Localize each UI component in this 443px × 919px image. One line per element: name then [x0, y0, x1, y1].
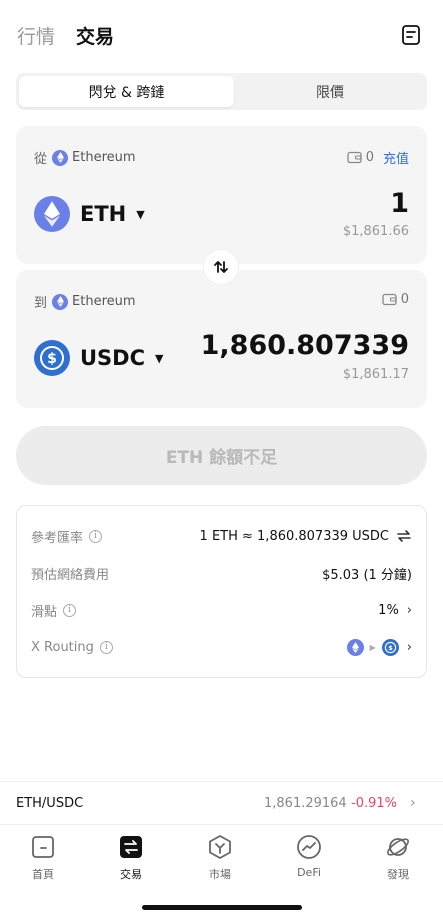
from-card: 從 Ethereum 0 充值 ETH ▼ 1 $1,861.66	[16, 126, 427, 264]
market-icon	[209, 835, 231, 859]
from-balance-value: 0	[365, 150, 374, 165]
usdc-token-icon: $	[34, 340, 70, 376]
pair-name: ETH/USDC	[16, 796, 84, 811]
home-icon	[32, 836, 54, 858]
caret-down-icon: ▼	[155, 351, 164, 365]
slippage-label: 滑點	[31, 604, 58, 620]
nav-defi[interactable]: DeFi	[279, 834, 339, 879]
routing-row[interactable]: X Routing i ▶ $ ›	[31, 636, 412, 658]
pair-price: 1,861.29164	[264, 796, 347, 811]
caret-down-icon: ▼	[136, 207, 145, 221]
nav-discover[interactable]: 發現	[368, 834, 428, 882]
defi-icon	[297, 835, 321, 859]
discover-icon	[387, 838, 409, 856]
nav-market[interactable]: 市場	[190, 834, 250, 882]
eth-token-icon	[34, 196, 70, 232]
info-icon[interactable]: i	[89, 529, 103, 543]
usdc-route-icon: $	[381, 638, 399, 656]
fee-value: $5.03 (1 分鐘)	[322, 567, 412, 583]
deposit-link[interactable]: 充值	[383, 148, 409, 167]
to-card: 到 Ethereum 0 $ USDC ▼ 1,860.807339 $1,86…	[16, 270, 427, 408]
nav-label: 首頁	[32, 868, 54, 881]
ethereum-network-icon	[52, 149, 69, 166]
swap-mode-switch: 閃兌 & 跨鏈 限價	[16, 73, 427, 110]
to-fiat-value: $1,861.17	[342, 367, 409, 382]
trade-icon	[120, 836, 142, 858]
ethereum-network-icon	[52, 293, 69, 310]
routing-label: X Routing	[31, 639, 94, 655]
eth-route-icon	[346, 638, 364, 656]
swap-arrows-icon	[214, 261, 228, 273]
to-balance: 0	[382, 292, 409, 307]
from-balance: 0 充值	[347, 148, 409, 167]
rate-label: 參考匯率	[31, 530, 84, 546]
slippage-row[interactable]: 滑點 i 1% ›	[31, 599, 412, 621]
rate-value: 1 ETH ≈ 1,860.807339 USDC	[199, 528, 389, 544]
to-balance-value: 0	[400, 292, 409, 307]
home-indicator	[142, 905, 302, 910]
from-network-name: Ethereum	[72, 150, 136, 165]
pair-change: -0.91%	[351, 796, 397, 811]
to-token-symbol: USDC	[80, 346, 146, 370]
nav-label: 發現	[387, 868, 409, 881]
to-network-name: Ethereum	[72, 294, 136, 309]
header: 行情 交易	[0, 0, 443, 70]
nav-label: 交易	[120, 868, 142, 881]
pair-ticker-bar[interactable]: ETH/USDC 1,861.29164 -0.91% ›	[0, 781, 443, 825]
to-label: 到	[34, 296, 48, 311]
wallet-icon	[347, 151, 362, 164]
info-icon[interactable]: i	[99, 640, 113, 654]
route-arrow-icon: ▶	[369, 642, 376, 652]
nav-label: DeFi	[297, 866, 321, 879]
network-fee-row: 預估網絡費用 $5.03 (1 分鐘)	[31, 562, 412, 584]
from-network-selector[interactable]: 從 Ethereum	[34, 148, 136, 167]
swap-details-panel: 參考匯率 i 1 ETH ≈ 1,860.807339 USDC 預估網絡費用 …	[16, 505, 427, 678]
order-history-icon[interactable]	[400, 24, 422, 46]
mode-limit[interactable]: 限價	[236, 76, 424, 107]
fee-label: 預估網絡費用	[31, 567, 110, 583]
from-amount-input[interactable]: 1	[390, 188, 409, 219]
refresh-rate-icon[interactable]	[396, 529, 412, 543]
nav-home[interactable]: 首頁	[13, 834, 73, 882]
to-amount-output: 1,860.807339	[200, 330, 409, 361]
bottom-tab-bar: 首頁 交易 市場 DeFi 發現	[0, 826, 443, 886]
to-network-selector[interactable]: 到 Ethereum	[34, 292, 136, 311]
from-token-symbol: ETH	[80, 202, 127, 226]
rate-row: 參考匯率 i 1 ETH ≈ 1,860.807339 USDC	[31, 525, 412, 547]
insufficient-balance-button[interactable]: ETH 餘額不足	[16, 426, 427, 485]
from-label: 從	[34, 152, 48, 167]
tab-trade[interactable]: 交易	[76, 22, 114, 49]
chevron-right-icon: ›	[410, 795, 416, 811]
chevron-right-icon: ›	[406, 639, 412, 655]
from-fiat-value: $1,861.66	[342, 224, 409, 239]
nav-trade[interactable]: 交易	[101, 834, 161, 882]
mode-swap-bridge[interactable]: 閃兌 & 跨鏈	[19, 76, 234, 107]
swap-direction-button[interactable]	[204, 250, 238, 284]
chevron-right-icon: ›	[406, 602, 412, 618]
nav-label: 市場	[209, 868, 231, 881]
wallet-icon	[382, 293, 397, 306]
svg-text:$: $	[388, 643, 393, 651]
svg-text:$: $	[47, 351, 57, 367]
slippage-value: 1%	[378, 602, 399, 618]
info-icon[interactable]: i	[63, 603, 77, 617]
tab-market[interactable]: 行情	[17, 22, 55, 49]
from-token-selector[interactable]: ETH ▼	[34, 196, 145, 232]
to-token-selector[interactable]: $ USDC ▼	[34, 340, 164, 376]
